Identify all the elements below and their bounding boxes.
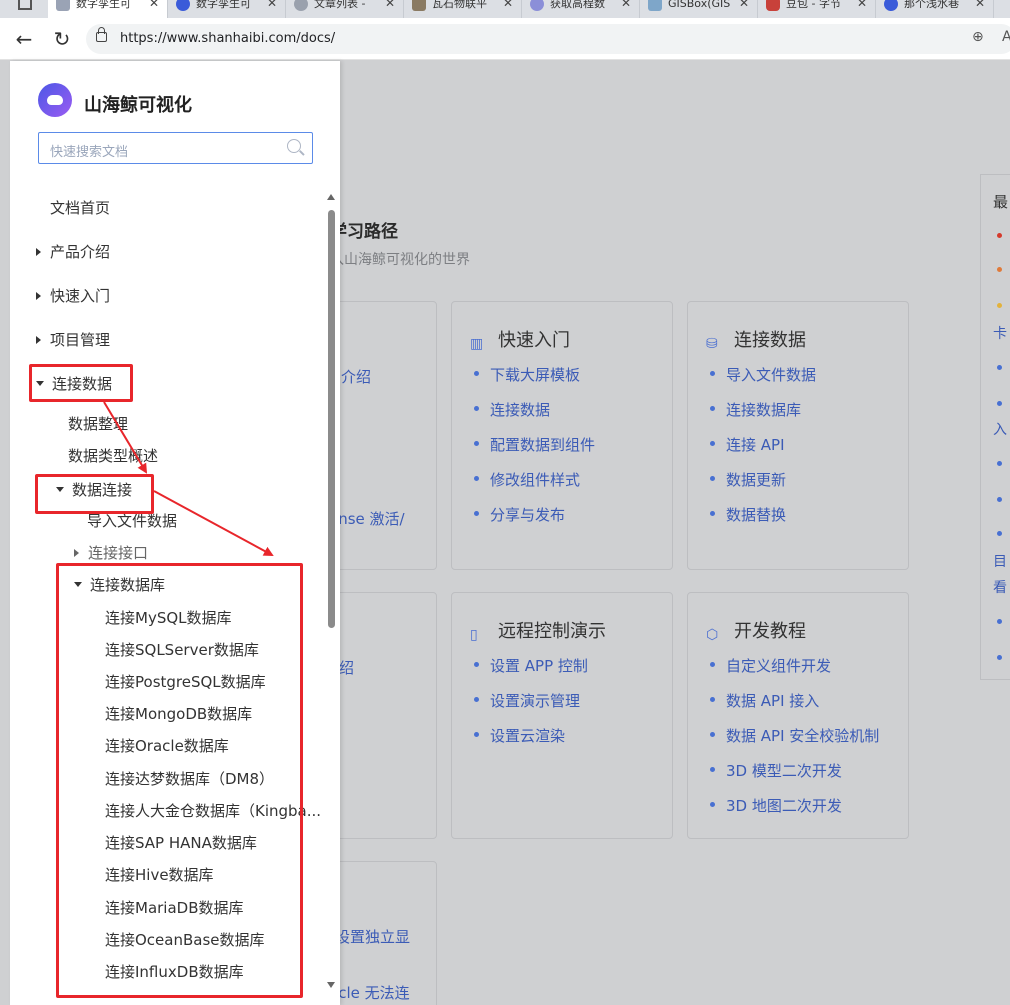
arrow-to-database-list xyxy=(153,490,274,556)
annotation-arrows xyxy=(103,401,274,556)
arrow-to-data-connection xyxy=(103,401,148,474)
